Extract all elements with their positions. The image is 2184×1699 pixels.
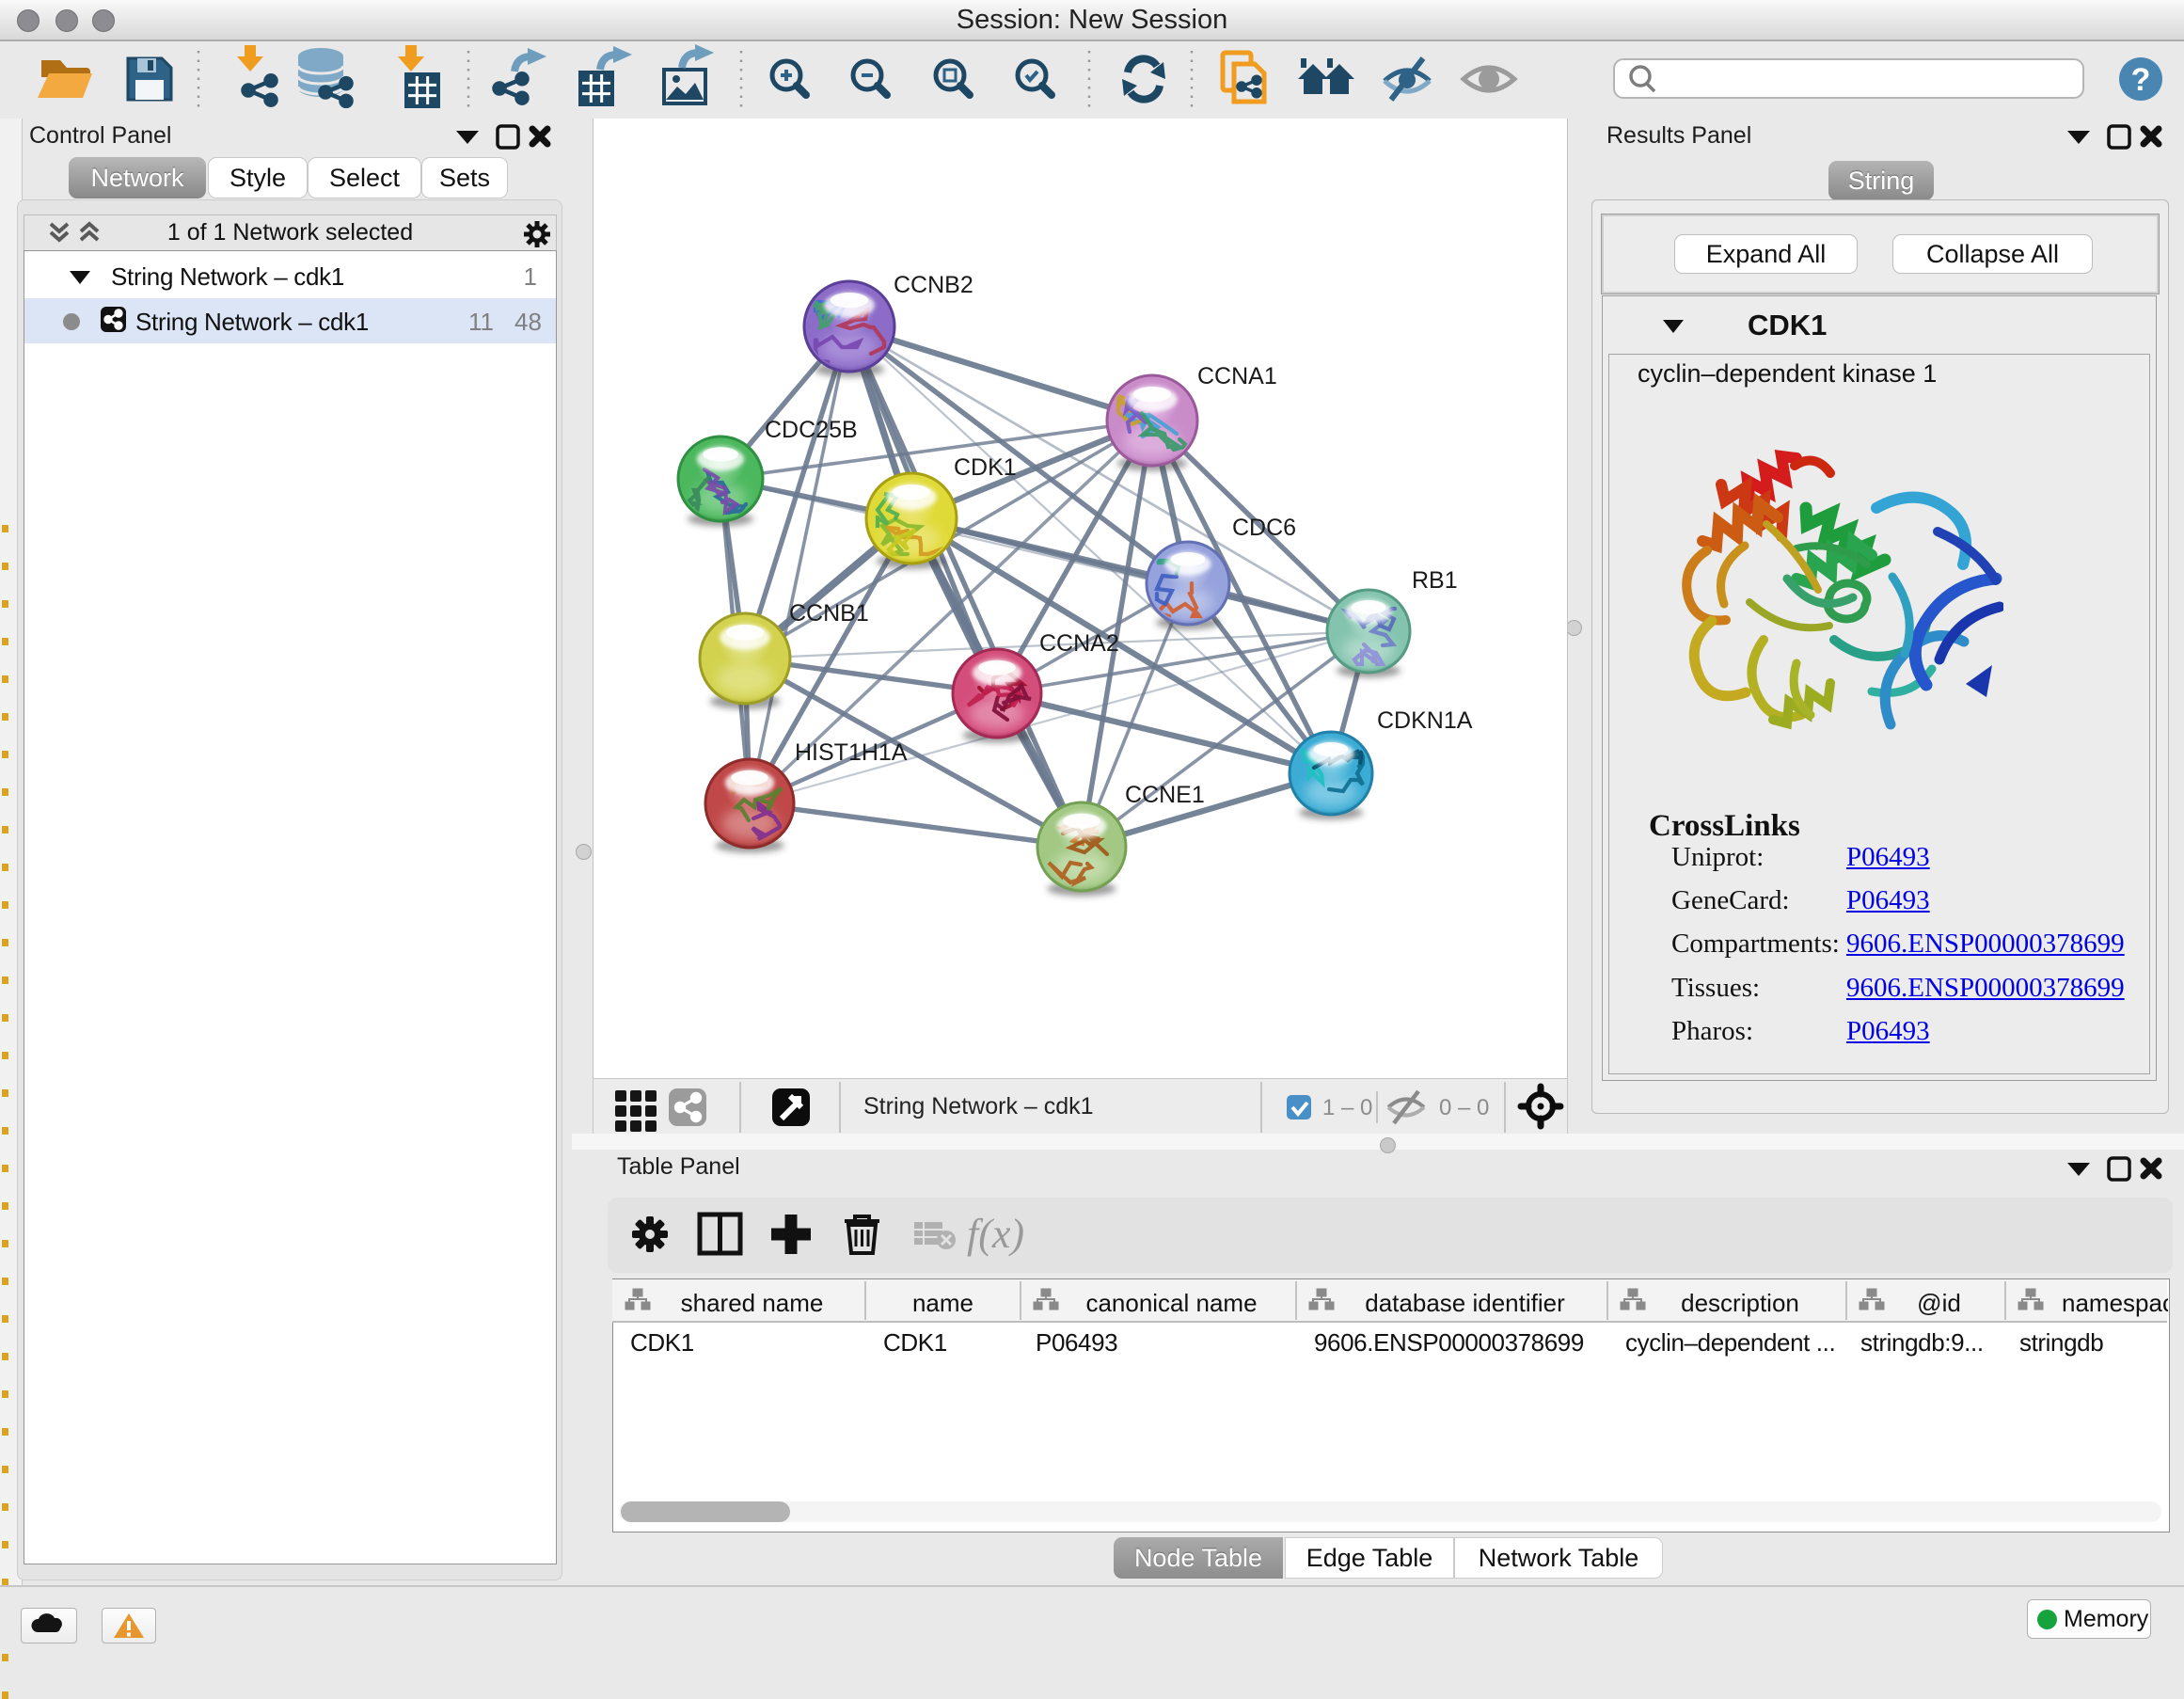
svg-text:CCNE1: CCNE1 xyxy=(1125,782,1205,808)
svg-text:namespace: namespace xyxy=(2062,1289,2168,1317)
svg-text:9606.ENSP00000378699: 9606.ENSP00000378699 xyxy=(1314,1328,1584,1357)
svg-text:0 – 0: 0 – 0 xyxy=(1439,1095,1489,1120)
svg-text:stringdb: stringdb xyxy=(2019,1328,2103,1357)
svg-text:name: name xyxy=(912,1289,973,1317)
svg-text:CCNB1: CCNB1 xyxy=(789,600,869,627)
svg-text:String Network – cdk1: String Network – cdk1 xyxy=(863,1093,1094,1119)
svg-text:1 – 0: 1 – 0 xyxy=(1322,1095,1372,1120)
svg-text:CDC6: CDC6 xyxy=(1232,515,1296,541)
svg-text:description: description xyxy=(1681,1289,1799,1317)
svg-text:stringdb:9...: stringdb:9... xyxy=(1860,1328,1984,1357)
svg-text:?: ? xyxy=(2131,62,2151,98)
svg-text:P06493: P06493 xyxy=(1036,1328,1117,1357)
svg-text:CCNB2: CCNB2 xyxy=(894,272,973,298)
svg-text:CDK1: CDK1 xyxy=(630,1328,694,1357)
svg-text:RB1: RB1 xyxy=(1412,567,1458,594)
svg-text:CCNA2: CCNA2 xyxy=(1039,630,1119,657)
svg-text:CDK1: CDK1 xyxy=(954,454,1017,481)
svg-text:CDC25B: CDC25B xyxy=(765,417,858,443)
svg-text:@id: @id xyxy=(1917,1289,1961,1317)
svg-text:CDKN1A: CDKN1A xyxy=(1377,707,1473,734)
svg-text:HIST1H1A: HIST1H1A xyxy=(795,739,908,766)
svg-text:CDK1: CDK1 xyxy=(883,1328,947,1357)
svg-text:shared name: shared name xyxy=(681,1289,824,1317)
svg-text:cyclin–dependent ...: cyclin–dependent ... xyxy=(1625,1328,1835,1357)
svg-text:f(x): f(x) xyxy=(967,1211,1024,1257)
svg-text:canonical name: canonical name xyxy=(1085,1289,1257,1317)
svg-text:CCNA1: CCNA1 xyxy=(1197,363,1277,389)
svg-text:database identifier: database identifier xyxy=(1365,1289,1565,1317)
